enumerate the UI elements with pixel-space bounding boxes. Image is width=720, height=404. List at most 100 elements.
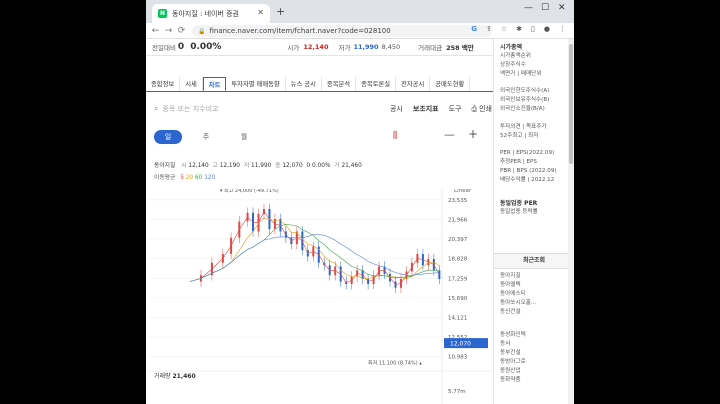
quote-open: 12,140 bbox=[188, 163, 209, 169]
tools-button[interactable]: 도구 bbox=[449, 104, 462, 114]
scrollbar-thumb[interactable] bbox=[569, 44, 573, 164]
ma-120: 120 bbox=[204, 175, 216, 181]
share-icon[interactable]: ⇪ bbox=[486, 25, 492, 33]
tab-3[interactable]: 투자자별 매매동향 bbox=[226, 77, 286, 91]
star-icon[interactable]: ☆ bbox=[501, 25, 507, 33]
moving-average-legend: 이동평균 5 20 60 120 bbox=[154, 172, 215, 181]
tab-0[interactable]: 종합정보 bbox=[146, 77, 181, 91]
scale-label: Linear bbox=[454, 189, 472, 194]
sidebar-icon[interactable]: ▯ bbox=[531, 25, 535, 33]
browser-window: N 동아지질 : 네이버 증권 ✕ + — ☐ ✕ ← → ⟳ 🔒 financ… bbox=[146, 0, 574, 404]
stock-info-panel: 시가총액 시가총액순위 상장주식수 액면가 | 매매단위 외국인한도주식수(A) 외국인보… bbox=[493, 39, 574, 404]
side-row: 동일업종 PER bbox=[500, 200, 538, 207]
tab-7[interactable]: 전자공시 bbox=[396, 77, 431, 91]
price-chart[interactable]: 23,535 21,966 20,397 18,828 17,259 15,690 14,1… bbox=[146, 189, 493, 404]
tab-1[interactable]: 시세 bbox=[180, 77, 203, 91]
side-row: PER | EPS(2022.09) bbox=[500, 150, 555, 156]
extensions-icon[interactable]: ✱ bbox=[516, 25, 522, 33]
profile-icon[interactable]: ● bbox=[544, 25, 550, 33]
print-icon[interactable]: ⎙ bbox=[472, 105, 478, 114]
period-month-button[interactable]: 월 bbox=[230, 130, 258, 144]
side-row: 상장주식수 bbox=[500, 62, 526, 68]
tab-2[interactable]: 차트 bbox=[202, 77, 227, 91]
menu-icon[interactable]: ⋮ bbox=[559, 25, 566, 33]
quote-volume: 21,460 bbox=[341, 163, 362, 169]
y-tick-label: 10,983 bbox=[448, 355, 468, 361]
google-icon[interactable]: G bbox=[471, 25, 477, 33]
maximize-icon[interactable]: ☐ bbox=[541, 3, 549, 13]
tab-close-icon[interactable]: ✕ bbox=[257, 8, 264, 17]
quote-high: 12,190 bbox=[219, 163, 240, 169]
y-tick-label: 18,828 bbox=[448, 257, 468, 263]
side-group-items_sector: 동일업종 PER 동일업종 등락률 bbox=[500, 199, 572, 217]
volume-value: 21,460 bbox=[172, 373, 195, 380]
ma-20: 20 bbox=[185, 175, 194, 181]
quote-open-label: 시 bbox=[181, 163, 187, 169]
back-icon[interactable]: ← bbox=[149, 26, 162, 36]
side-row: PBR | BPS (2022.09) bbox=[500, 168, 557, 174]
side-row: 동성화인텍 bbox=[500, 332, 526, 338]
zoom-in-button[interactable]: + bbox=[468, 127, 478, 141]
side-row: 동서 bbox=[500, 341, 511, 347]
side-row: 동일업종 등락률 bbox=[500, 209, 538, 215]
tab-6[interactable]: 종목토론실 bbox=[356, 77, 397, 91]
side-row: 동화약품 bbox=[500, 377, 521, 383]
high-mark: 고 bbox=[212, 163, 218, 169]
tab-bar: N 동아지질 : 네이버 증권 ✕ + — ☐ ✕ bbox=[146, 0, 574, 23]
side-group-items_opinion: 투자의견 | 목표주가 52주최고 | 최저 bbox=[500, 123, 572, 141]
y-tick-label: 14,121 bbox=[448, 315, 467, 321]
low-sub: 8,450 bbox=[381, 43, 401, 51]
close-window-icon[interactable]: ✕ bbox=[558, 3, 566, 13]
ma-5: 5 bbox=[180, 175, 184, 181]
quote-close: 12,070 bbox=[282, 163, 303, 169]
side-row: 동원산업 bbox=[500, 368, 521, 374]
y-tick-label: 15,690 bbox=[448, 296, 468, 302]
candle-type-icon[interactable]: ⫼ bbox=[393, 131, 397, 141]
max-price-label: ▾ 최고 24,000 (-49.71%) bbox=[220, 189, 279, 194]
side-row: 시가총액순위 bbox=[500, 53, 531, 59]
browser-tab[interactable]: N 동아지질 : 네이버 증권 ✕ bbox=[152, 4, 270, 23]
scrollbar[interactable] bbox=[568, 39, 574, 404]
quote-volume-label: 거 bbox=[334, 163, 340, 169]
minimize-icon[interactable]: — bbox=[524, 3, 533, 13]
tab-8[interactable]: 공매도현황 bbox=[430, 77, 471, 91]
side-row: 52주최고 | 최저 bbox=[500, 133, 539, 139]
indicator-button[interactable]: 보조지표 bbox=[413, 104, 439, 114]
forward-icon[interactable]: → bbox=[162, 26, 175, 36]
side-row: 액면가 | 매매단위 bbox=[500, 71, 542, 77]
y-tick-label: 21,966 bbox=[448, 217, 468, 223]
omnibox[interactable]: 🔒 finance.naver.com/item/fchart.naver?co… bbox=[192, 25, 492, 37]
side-row: 시가총액 bbox=[500, 44, 523, 51]
change-pct: 0.00% bbox=[190, 42, 222, 52]
side-group-items_top: 시가총액시가총액순위상장주식수액면가 | 매매단위 bbox=[500, 43, 572, 79]
side-row: 동아엘텍 bbox=[500, 282, 521, 288]
side-row: 동아쏘시오홀... bbox=[500, 300, 537, 306]
quote-change: 0 0.00% bbox=[306, 163, 331, 169]
quote-line: 동아지질 시 12,140 고 12,190 저 11,990 종 12,070… bbox=[154, 160, 362, 169]
side-group-recent2: 동성화인텍동서동부건설동방아그로동원산업동화약품 bbox=[500, 331, 572, 385]
side-row: 외국인한도주식수(A) bbox=[500, 88, 550, 94]
new-tab-button[interactable]: + bbox=[276, 5, 285, 18]
tab-4[interactable]: 뉴스 공시 bbox=[286, 77, 322, 91]
url-text: finance.naver.com/item/fchart.naver?code… bbox=[209, 27, 391, 35]
period-day-button[interactable]: 일 bbox=[154, 130, 182, 144]
address-bar-row: ← → ⟳ 🔒 finance.naver.com/item/fchart.na… bbox=[146, 23, 574, 39]
page-content: 전일대비 0 0.00% 시가 12,140 저가 11,990 8,450 거… bbox=[146, 39, 574, 404]
zoom-out-button[interactable]: — bbox=[444, 128, 455, 141]
ma-60: 60 bbox=[194, 175, 203, 181]
reload-icon[interactable]: ⟳ bbox=[175, 26, 188, 36]
side-row: 동방아그로 bbox=[500, 359, 526, 365]
disclosure-button[interactable]: 공시 bbox=[390, 104, 403, 114]
low-value: 11,990 bbox=[353, 43, 379, 51]
y-tick-label: 17,259 bbox=[448, 276, 468, 282]
print-button[interactable]: 인쇄 bbox=[479, 104, 492, 114]
change-value: 0 bbox=[177, 42, 185, 52]
volume-axis-tick: 5.77m bbox=[448, 389, 466, 395]
chart-toolbar: ⌕ 종목 또는 지수비교 공시 보조지표 도구 ⎙ 인쇄 bbox=[154, 102, 492, 116]
stock-summary-row: 전일대비 0 0.00% 시가 12,140 저가 11,990 8,450 거… bbox=[146, 39, 493, 56]
tab-5[interactable]: 종목분석 bbox=[322, 77, 357, 91]
period-week-button[interactable]: 주 bbox=[192, 130, 220, 144]
compare-search-input[interactable]: 종목 또는 지수비교 bbox=[162, 104, 218, 114]
quote-low: 11,990 bbox=[251, 163, 272, 169]
side-row: 동부건설 bbox=[500, 350, 521, 356]
